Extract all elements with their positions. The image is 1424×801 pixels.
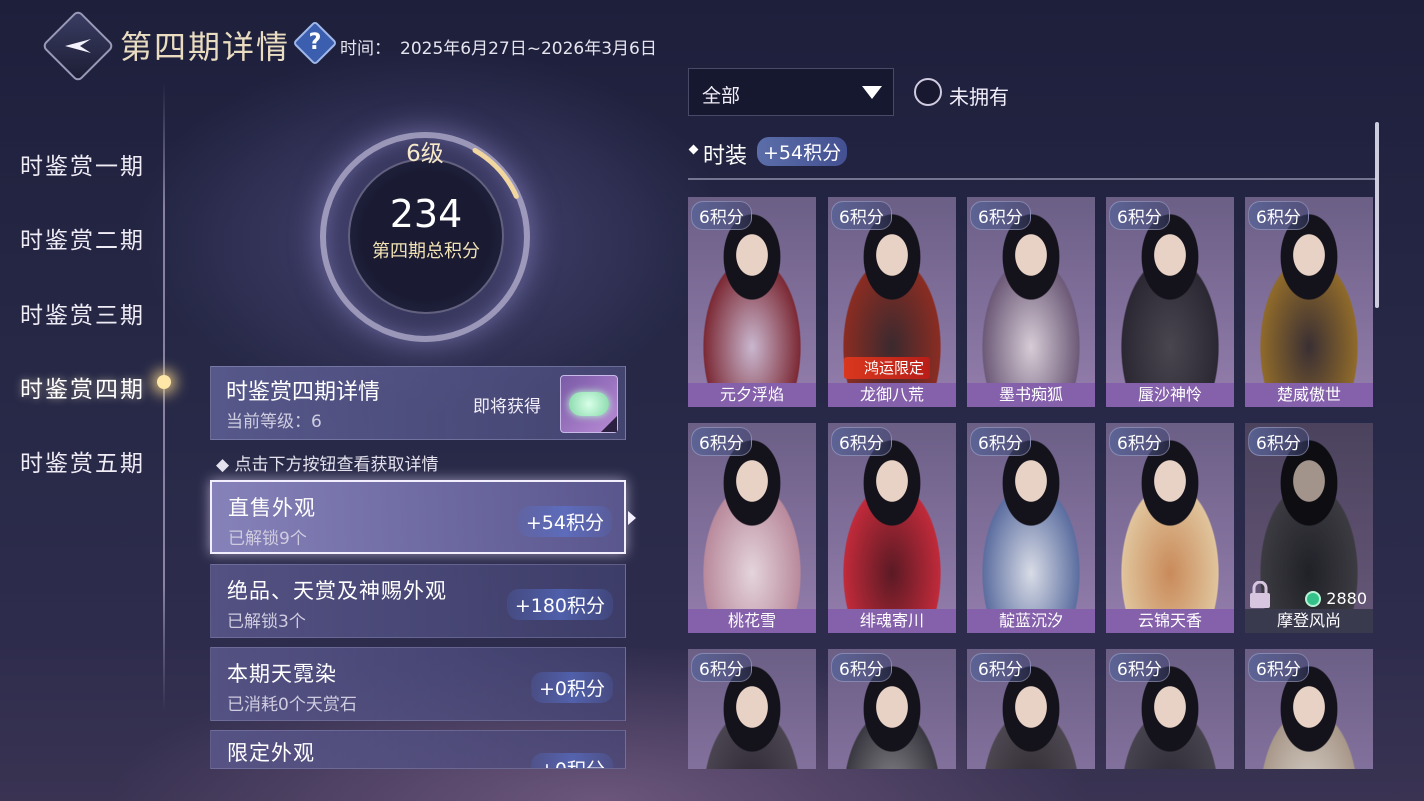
sidebar-item-period-1[interactable]: 时鉴赏一期	[20, 147, 145, 181]
costume-points: 6积分	[691, 427, 752, 456]
costume-name: 楚威傲世	[1245, 383, 1373, 407]
source-title: 绝品、天赏及神赐外观	[227, 579, 447, 603]
costume-card[interactable]: 6积分墨书痴狐	[967, 197, 1095, 407]
not-owned-radio[interactable]	[914, 78, 942, 106]
sidebar-item-period-2[interactable]: 时鉴赏二期	[20, 221, 145, 255]
costume-price: 2880	[1326, 589, 1367, 608]
source-subtitle: 已解锁3个	[227, 612, 306, 632]
costume-card[interactable]: 6积分云锦天香	[1106, 423, 1234, 633]
source-card-premium[interactable]: 绝品、天赏及神赐外观 已解锁3个 +180积分	[210, 564, 626, 638]
back-arrow-icon	[65, 39, 91, 53]
back-button[interactable]	[41, 9, 115, 83]
costume-points: 6积分	[1109, 653, 1170, 682]
source-points: +180积分	[506, 589, 613, 620]
source-card-direct-sale[interactable]: 直售外观 已解锁9个 +54积分	[210, 480, 626, 554]
costume-points: 6积分	[970, 427, 1031, 456]
costume-card[interactable]: 6积分	[967, 649, 1095, 769]
reward-corner-icon	[601, 416, 617, 432]
active-arrow-icon	[628, 511, 636, 525]
costume-points: 6积分	[831, 201, 892, 230]
costume-points: 6积分	[1109, 427, 1170, 456]
costume-card[interactable]: 6积分桃花雪	[688, 423, 816, 633]
tap-hint-text: 点击下方按钮查看获取详情	[234, 455, 439, 475]
category-dropdown-value: 全部	[702, 85, 741, 107]
total-points-label: 第四期总积分	[372, 241, 480, 262]
active-indicator	[157, 375, 171, 389]
costume-card[interactable]: 6积分蜃沙神怜	[1106, 197, 1234, 407]
costume-card[interactable]: 6积分楚威傲世	[1245, 197, 1373, 407]
costume-card[interactable]: 6积分	[1245, 649, 1373, 769]
costume-points: 6积分	[1248, 653, 1309, 682]
costume-points: 6积分	[831, 653, 892, 682]
costume-card[interactable]: 6积分	[828, 649, 956, 769]
upcoming-reward-item[interactable]	[560, 375, 618, 433]
total-points-value: 234	[389, 192, 463, 236]
costume-name: 绯魂寄川	[828, 609, 956, 633]
costume-name: 靛蓝沉汐	[967, 609, 1095, 633]
section-title: 时装	[703, 144, 748, 169]
source-title: 限定外观	[227, 741, 315, 765]
not-owned-label[interactable]: 未拥有	[949, 81, 1009, 110]
source-title: 本期天霓染	[227, 662, 337, 686]
section-bullet-icon	[688, 144, 699, 155]
costume-name: 蜃沙神怜	[1106, 383, 1234, 407]
help-button[interactable]: ?	[292, 20, 338, 66]
costume-points: 6积分	[1109, 201, 1170, 230]
page-title: 第四期详情	[120, 28, 291, 66]
costume-points: 6积分	[970, 201, 1031, 230]
costume-card[interactable]: 6积分元夕浮焰	[688, 197, 816, 407]
source-points: +0积分	[530, 753, 613, 768]
sidebar-item-period-4[interactable]: 时鉴赏四期	[20, 370, 145, 404]
time-label: 时间：	[340, 39, 391, 59]
sidebar-divider	[163, 82, 165, 712]
costume-card[interactable]: 6积分 2880 摩登风尚	[1245, 423, 1373, 633]
level-text: 6级	[406, 141, 444, 167]
costume-name: 摩登风尚	[1245, 609, 1373, 633]
costume-points: 6积分	[1248, 201, 1309, 230]
section-divider	[688, 178, 1376, 180]
section-points: +54积分	[757, 137, 848, 166]
costume-card[interactable]: 6积分靛蓝沉汐	[967, 423, 1095, 633]
time-value: 2025年6月27日~2026年3月6日	[400, 39, 657, 59]
currency-icon	[1305, 591, 1321, 607]
source-points: +0积分	[530, 672, 613, 703]
costume-card[interactable]: 6积分	[688, 649, 816, 769]
costume-card[interactable]: 6积分鸿运限定龙御八荒	[828, 197, 956, 407]
sidebar-item-period-3[interactable]: 时鉴赏三期	[20, 296, 145, 330]
grid-scrollbar[interactable]	[1375, 122, 1379, 308]
upcoming-reward-label: 即将获得	[473, 397, 541, 417]
current-level-text: 当前等级：6	[226, 412, 322, 432]
source-card-dye[interactable]: 本期天霓染 已消耗0个天赏石 +0积分	[210, 647, 626, 721]
costume-name: 墨书痴狐	[967, 383, 1095, 407]
costume-name: 桃花雪	[688, 609, 816, 633]
source-subtitle: 已解锁9个	[228, 529, 307, 549]
costume-name: 元夕浮焰	[688, 383, 816, 407]
costume-points: 6积分	[691, 201, 752, 230]
costume-points: 6积分	[831, 427, 892, 456]
chevron-down-icon	[862, 86, 882, 99]
source-points: +54积分	[517, 506, 612, 537]
sidebar-item-period-5[interactable]: 时鉴赏五期	[20, 444, 145, 478]
source-card-limited[interactable]: 限定外观 +0积分	[210, 730, 626, 769]
help-icon: ?	[308, 30, 322, 55]
source-title: 直售外观	[228, 496, 316, 520]
reward-icon	[569, 392, 609, 416]
period-detail-title: 时鉴赏四期详情	[226, 380, 381, 405]
limited-tag: 鸿运限定	[844, 357, 931, 379]
costume-name: 龙御八荒	[828, 383, 956, 407]
costume-card[interactable]: 6积分	[1106, 649, 1234, 769]
costume-points: 6积分	[970, 653, 1031, 682]
costume-card[interactable]: 6积分绯魂寄川	[828, 423, 956, 633]
lock-icon	[1250, 581, 1270, 608]
costume-name: 云锦天香	[1106, 609, 1234, 633]
costume-points: 6积分	[691, 653, 752, 682]
tap-hint: ◆ 点击下方按钮查看获取详情	[216, 455, 439, 475]
source-subtitle: 已消耗0个天赏石	[227, 695, 357, 715]
costume-points: 6积分	[1248, 427, 1309, 456]
